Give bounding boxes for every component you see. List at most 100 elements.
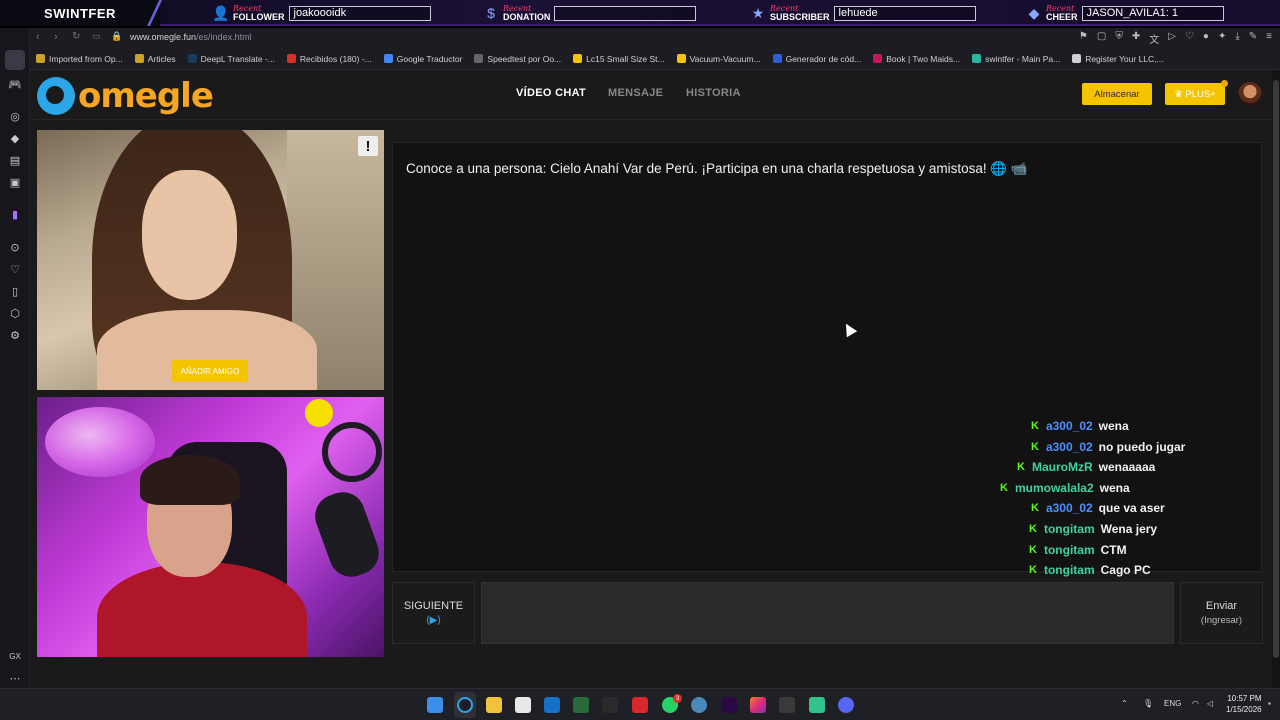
notification-dot [1221,80,1228,87]
menu-icon[interactable]: ≡ [1266,31,1272,46]
bookmark-label: DeepL Translate -... [200,53,275,64]
bookmark-favicon-icon [676,54,686,63]
omegle-logo[interactable]: omegle [37,76,214,116]
stream-chat-message: Ktongitam Wena jery [1029,522,1157,536]
twitch-icon[interactable]: ▮ [7,206,23,222]
bookmark-item[interactable]: Vacuum-Vacuum... [676,54,761,64]
avatar[interactable] [1238,82,1262,106]
translate-icon[interactable]: 文 [1149,31,1159,46]
outlook-icon[interactable] [544,697,560,713]
shield-icon[interactable]: ⛨ [1115,31,1123,46]
cube-icon[interactable]: ⬡ [7,305,23,321]
settings-icon[interactable]: ⚙ [7,327,23,343]
app-icon[interactable] [573,697,589,713]
bookmark-favicon-icon [972,54,982,63]
page-scrollbar[interactable] [1272,70,1280,688]
bookmark-item[interactable]: Google Traductor [383,54,462,64]
gamepad-icon[interactable]: 🎮 [7,76,23,92]
forward-icon[interactable]: › [54,31,58,43]
kick-icon: K [1029,523,1037,535]
file-explorer-icon[interactable] [486,697,502,713]
opera-gx-icon[interactable] [457,697,473,713]
music-icon[interactable]: ◎ [7,108,23,124]
reload-icon[interactable]: ↻ [72,31,80,42]
windows-start-icon[interactable] [427,697,443,713]
bookmark-item[interactable]: Imported from Op... [36,54,123,64]
more-icon[interactable]: ⋯ [7,670,23,686]
bookmark-favicon-icon [573,54,583,63]
scrollbar-thumb[interactable] [1273,80,1279,658]
chevron-up-icon[interactable]: ⌃ [1121,699,1128,708]
nav-history[interactable]: HISTORIA [686,87,741,99]
bookmark-item[interactable]: Recibidos (180) -... [286,54,372,64]
send-button[interactable]: Enviar (Ingresar) [1180,582,1263,644]
bookmark-favicon-icon [383,54,393,63]
bookmark-label: Imported from Op... [49,53,123,64]
bookmark-item[interactable]: Articles [134,54,176,64]
next-button[interactable]: SIGUIENTE (▶) [392,582,475,644]
url-domain: www.omegle.fun [130,32,197,42]
heart-icon[interactable]: ♡ [1185,31,1194,46]
screenshot-icon[interactable]: ▢ [1097,31,1106,46]
logo-text: omegle [78,76,214,116]
recent-donation: $ Recent DONATION [483,2,697,24]
box-icon[interactable]: ▣ [7,174,23,190]
gx-label[interactable]: GX [7,648,23,664]
discord-icon[interactable] [838,697,854,713]
kick-icon: K [1000,481,1008,494]
nav-video-chat[interactable]: VÍDEO CHAT [516,87,586,99]
profile-icon[interactable]: ● [1203,31,1209,46]
star-icon: ★ [751,4,765,21]
app2-icon[interactable] [602,697,618,713]
bookmark-icon[interactable]: ⚑ [1079,31,1088,46]
overlay-divider [140,0,170,26]
back-icon[interactable]: ‹ [36,31,40,43]
extension-icon[interactable]: ✚ [1132,31,1140,46]
store-button[interactable]: Almacenar [1082,83,1152,105]
app3-icon[interactable] [691,697,707,713]
download-icon[interactable]: ⤓ [1235,31,1239,46]
volume-icon[interactable]: ◁ [1207,699,1213,708]
person-icon: 👤 [212,4,230,21]
dollar-icon: $ [487,5,495,21]
layers-icon[interactable]: ▤ [7,152,23,168]
clock[interactable]: 10:57 PM 1/15/2026 [1226,693,1262,715]
nav-message[interactable]: MENSAJE [608,87,663,99]
kick-icon: K [1029,543,1037,556]
notification-icon[interactable]: ▪ [1268,699,1271,708]
player-icon[interactable]: ▷ [1168,31,1176,46]
premiere-icon[interactable] [721,697,737,713]
bookmark-label: Book | Two Maids... [886,53,961,64]
app5-icon[interactable] [809,697,825,713]
bookmark-item[interactable]: Register Your LLC,... [1072,54,1164,64]
lightning-icon[interactable] [632,697,648,713]
ai-icon[interactable]: ✎ [1249,31,1257,46]
language-indicator[interactable]: ENG [1164,699,1181,708]
add-friend-button[interactable]: AÑADIR AMIGO [172,360,248,382]
puzzle-icon[interactable]: ✦ [1218,31,1226,46]
bookmark-item[interactable]: swintfer - Main Pa... [972,54,1060,64]
play-circle-icon[interactable]: ⊙ [7,239,23,255]
bookmark-item[interactable]: DeepL Translate -... [187,53,275,64]
store-icon[interactable] [515,697,531,713]
app4-icon[interactable] [779,697,795,713]
diamond-icon[interactable]: ◆ [7,130,23,146]
bookmark-item[interactable]: Generador de cód... [772,54,861,64]
wifi-icon[interactable]: ◠ [1192,699,1199,708]
stream-chat-message: Ktongitam CTM [1029,543,1127,557]
url-field[interactable]: www.omegle.fun/es/index.html [130,32,252,42]
planet-light [45,407,155,477]
bookmark-item[interactable]: Speedtest por Oo... [474,54,561,64]
home-button[interactable] [5,50,25,70]
chat-username: mumowalala2 [1014,480,1094,495]
plus-button[interactable]: ♛ PLUS+ [1165,83,1225,105]
report-button[interactable]: ! [358,136,378,156]
bookmark-item[interactable]: Book | Two Maids... [873,54,960,64]
tab-icon[interactable]: ▭ [92,31,101,42]
instagram-icon[interactable] [750,697,766,713]
notes-icon[interactable]: ▯ [7,283,23,299]
message-input[interactable] [481,582,1174,644]
mic-icon[interactable]: 🎙 [1143,699,1153,708]
bookmark-item[interactable]: Lc15 Small Size St... [573,54,665,64]
heart-icon[interactable]: ♡ [7,261,23,277]
